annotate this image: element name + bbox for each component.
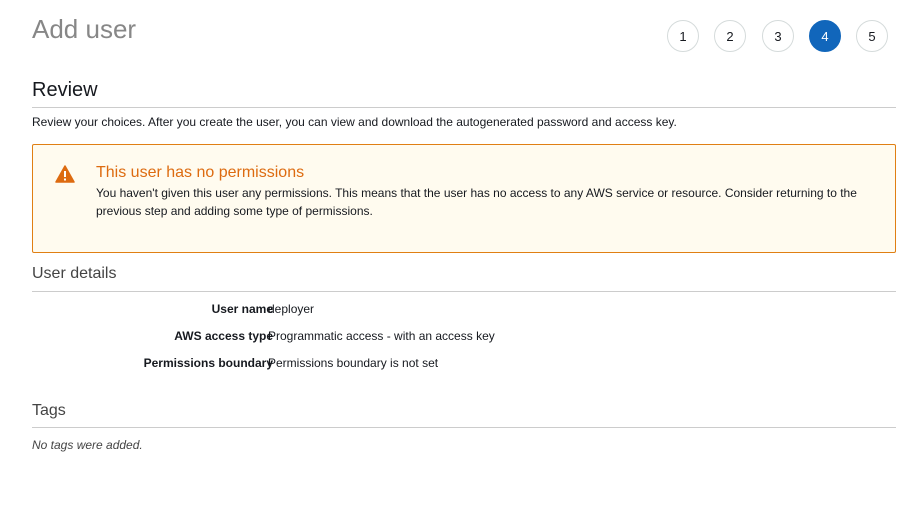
alert-title: This user has no permissions [96,164,305,181]
detail-row-permissions-boundary: Permissions boundary Permissions boundar… [32,356,892,376]
detail-value: Permissions boundary is not set [268,356,439,370]
review-heading: Review [32,79,896,108]
wizard-steps: 1 2 3 4 5 [666,20,896,52]
detail-label: Permissions boundary [143,356,273,370]
step-2-button[interactable]: 2 [714,20,746,52]
detail-value: Programmatic access - with an access key [268,329,495,343]
detail-value: deployer [268,302,315,316]
step-5-button[interactable]: 5 [856,20,888,52]
detail-row-access-type: AWS access type Programmatic access - wi… [32,329,892,349]
step-1-button[interactable]: 1 [667,20,699,52]
review-description: Review your choices. After you create th… [32,115,677,129]
alert-message: You haven't given this user any permissi… [96,186,857,218]
step-3-button[interactable]: 3 [762,20,794,52]
tags-empty-message: No tags were added. [32,438,143,452]
warning-triangle-icon [55,165,75,183]
detail-label: User name [211,302,273,316]
step-4-button-current[interactable]: 4 [809,20,841,52]
user-details-heading: User details [32,265,896,292]
page-title: Add user [32,14,137,44]
tags-heading: Tags [32,402,896,428]
no-permissions-alert: This user has no permissions You haven't… [32,144,896,253]
detail-label: AWS access type [174,329,273,343]
detail-row-user-name: User name deployer [32,302,892,322]
